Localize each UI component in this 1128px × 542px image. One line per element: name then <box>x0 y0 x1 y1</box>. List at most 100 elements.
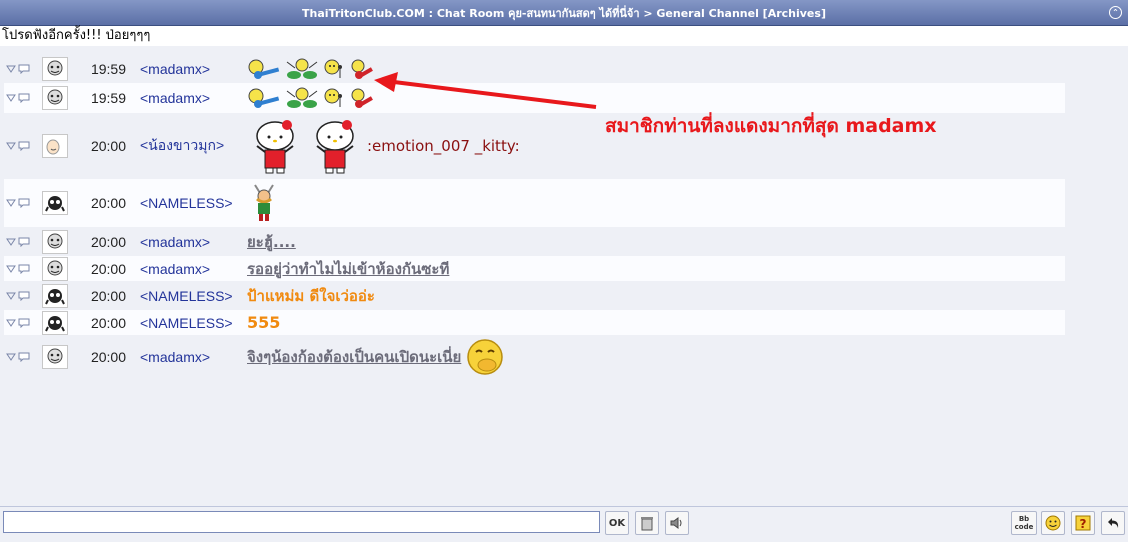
collapse-triangle-icon[interactable] <box>6 64 16 74</box>
message-input-bar: OK Bb code ? <box>0 506 1128 542</box>
help-button[interactable]: ? <box>1071 511 1095 535</box>
message-time: 20:00 <box>90 138 126 154</box>
message-nick[interactable]: <madamx> <box>140 90 247 106</box>
message-time: 20:00 <box>90 195 126 211</box>
collapse-triangle-icon[interactable] <box>6 291 16 301</box>
message-nick[interactable]: <NAMELESS> <box>140 315 247 331</box>
avatar <box>42 310 68 335</box>
trash-icon <box>641 517 653 531</box>
hello-kitty-emoticon-icon <box>316 120 354 174</box>
window-title: ThaiTritonClub.COM : Chat Room คุย-สนทนา… <box>302 6 826 20</box>
message-text: จิงๆน้องก้องต้องเป็นคนเปิดนะเนี่ย <box>247 348 462 366</box>
message-time: 19:59 <box>90 90 126 106</box>
avatar <box>42 86 68 110</box>
guitar-player-emoticon-icon <box>248 88 280 108</box>
drummer-emoticon-icon <box>286 87 318 108</box>
message-nick[interactable]: <madamx> <box>140 349 247 365</box>
reply-bubble-icon[interactable] <box>18 264 30 274</box>
message-input[interactable] <box>3 511 600 533</box>
message-time: 20:00 <box>90 260 126 277</box>
chat-message-row: 20:00 <madamx> จิงๆน้องก้องต้องเป็นคนเปิ… <box>4 337 1065 377</box>
drummer-emoticon-icon <box>286 58 318 79</box>
reply-bubble-icon[interactable] <box>18 93 30 103</box>
message-text: ยะฮู้.... <box>247 232 296 251</box>
chat-message-row: 20:00 <NAMELESS> 555 <box>4 310 1065 335</box>
chat-message-row: 20:00 <madamx> รออยู่ว่าทำไมไม่เข้าห้องก… <box>4 256 1065 281</box>
message-text: 555 <box>247 313 281 332</box>
message-content: ยะฮู้.... <box>247 230 296 254</box>
message-time: 20:00 <box>90 314 126 331</box>
message-content: ป้าแหม่ม ดีใจเว่ออ่ะ <box>247 284 375 308</box>
reply-bubble-icon[interactable] <box>18 198 30 208</box>
chat-message-row: 20:00 <madamx> ยะฮู้.... <box>4 229 1065 254</box>
message-nick[interactable]: <น้องขาวมุก> <box>140 135 247 157</box>
annotation-arrow-icon <box>374 72 597 109</box>
collapse-triangle-icon[interactable] <box>6 318 16 328</box>
channel-topic: โปรดฟังอีกครั้ง!!! ป่อยๆๆๆ <box>0 26 1128 46</box>
message-nick[interactable]: <madamx> <box>140 61 247 77</box>
message-nick[interactable]: <madamx> <box>140 234 247 250</box>
reply-bubble-icon[interactable] <box>18 352 30 362</box>
avatar <box>42 256 68 281</box>
warrior-emoticon-icon <box>254 184 274 221</box>
singer-emoticon-icon <box>324 88 342 107</box>
avatar <box>42 134 68 158</box>
chat-message-row: 20:00 <NAMELESS> <box>4 179 1065 227</box>
hello-kitty-emoticon-icon <box>256 120 294 174</box>
avatar <box>42 283 68 308</box>
avatar <box>42 345 68 369</box>
undo-arrow-icon <box>1108 518 1119 528</box>
svg-text:?: ? <box>1080 517 1087 531</box>
message-content <box>247 183 281 223</box>
reply-bubble-icon[interactable] <box>18 291 30 301</box>
collapse-triangle-icon[interactable] <box>6 237 16 247</box>
collapse-triangle-icon[interactable] <box>6 352 16 362</box>
annotation-text: สมาชิกท่านที่ลงแดงมากที่สุด madamx <box>605 115 937 137</box>
reply-bubble-icon[interactable] <box>18 237 30 247</box>
message-text: ป้าแหม่ม ดีใจเว่ออ่ะ <box>247 286 375 305</box>
message-nick[interactable]: <madamx> <box>140 261 247 277</box>
collapse-triangle-icon[interactable] <box>6 198 16 208</box>
message-content <box>247 58 375 80</box>
message-time: 20:00 <box>90 349 126 365</box>
message-content: 555 <box>247 313 280 332</box>
message-time: 19:59 <box>90 61 126 77</box>
clear-button[interactable] <box>635 511 659 535</box>
ok-label: OK <box>608 517 626 529</box>
singer-emoticon-icon <box>324 59 342 78</box>
collapse-icon[interactable]: ⌃ <box>1109 6 1122 19</box>
reply-bubble-icon[interactable] <box>18 64 30 74</box>
ok-button[interactable]: OK <box>605 511 629 535</box>
message-nick[interactable]: <NAMELESS> <box>140 288 247 304</box>
message-text: :emotion_007 _kitty: <box>367 137 520 155</box>
message-time: 20:00 <box>90 233 126 250</box>
avatar <box>42 191 68 215</box>
message-nick[interactable]: <NAMELESS> <box>140 195 247 211</box>
smiley-icon <box>1045 515 1061 531</box>
message-time: 20:00 <box>90 287 126 304</box>
chat-message-row: 20:00 <NAMELESS> ป้าแหม่ม ดีใจเว่ออ่ะ <box>4 283 1065 308</box>
collapse-triangle-icon[interactable] <box>6 264 16 274</box>
help-icon: ? <box>1075 515 1091 531</box>
avatar <box>42 57 68 81</box>
speaker-icon <box>670 517 682 529</box>
window-titlebar: ThaiTritonClub.COM : Chat Room คุย-สนทนา… <box>0 0 1128 26</box>
smiley-button[interactable] <box>1041 511 1065 535</box>
message-content: จิงๆน้องก้องต้องเป็นคนเปิดนะเนี่ย <box>247 337 505 377</box>
message-text: รออยู่ว่าทำไมไม่เข้าห้องกันซะที <box>247 259 450 278</box>
collapse-triangle-icon[interactable] <box>6 93 16 103</box>
chat-log: 19:59 <madamx> 19:59 <madamx> 20:00 <น้อ… <box>0 48 1128 498</box>
giggle-emoticon-icon <box>467 339 504 375</box>
message-content: รออยู่ว่าทำไมไม่เข้าห้องกันซะที <box>247 257 449 281</box>
back-button[interactable] <box>1101 511 1125 535</box>
bbcode-label: Bb code <box>1014 515 1034 531</box>
reply-bubble-icon[interactable] <box>18 318 30 328</box>
avatar <box>42 229 68 254</box>
guitar-player-emoticon-icon <box>248 59 280 79</box>
collapse-triangle-icon[interactable] <box>6 141 16 151</box>
bbcode-button[interactable]: Bb code <box>1011 511 1037 535</box>
sound-button[interactable] <box>665 511 689 535</box>
reply-bubble-icon[interactable] <box>18 141 30 151</box>
message-content: :emotion_007 _kitty: <box>247 116 520 176</box>
message-content <box>247 87 375 109</box>
